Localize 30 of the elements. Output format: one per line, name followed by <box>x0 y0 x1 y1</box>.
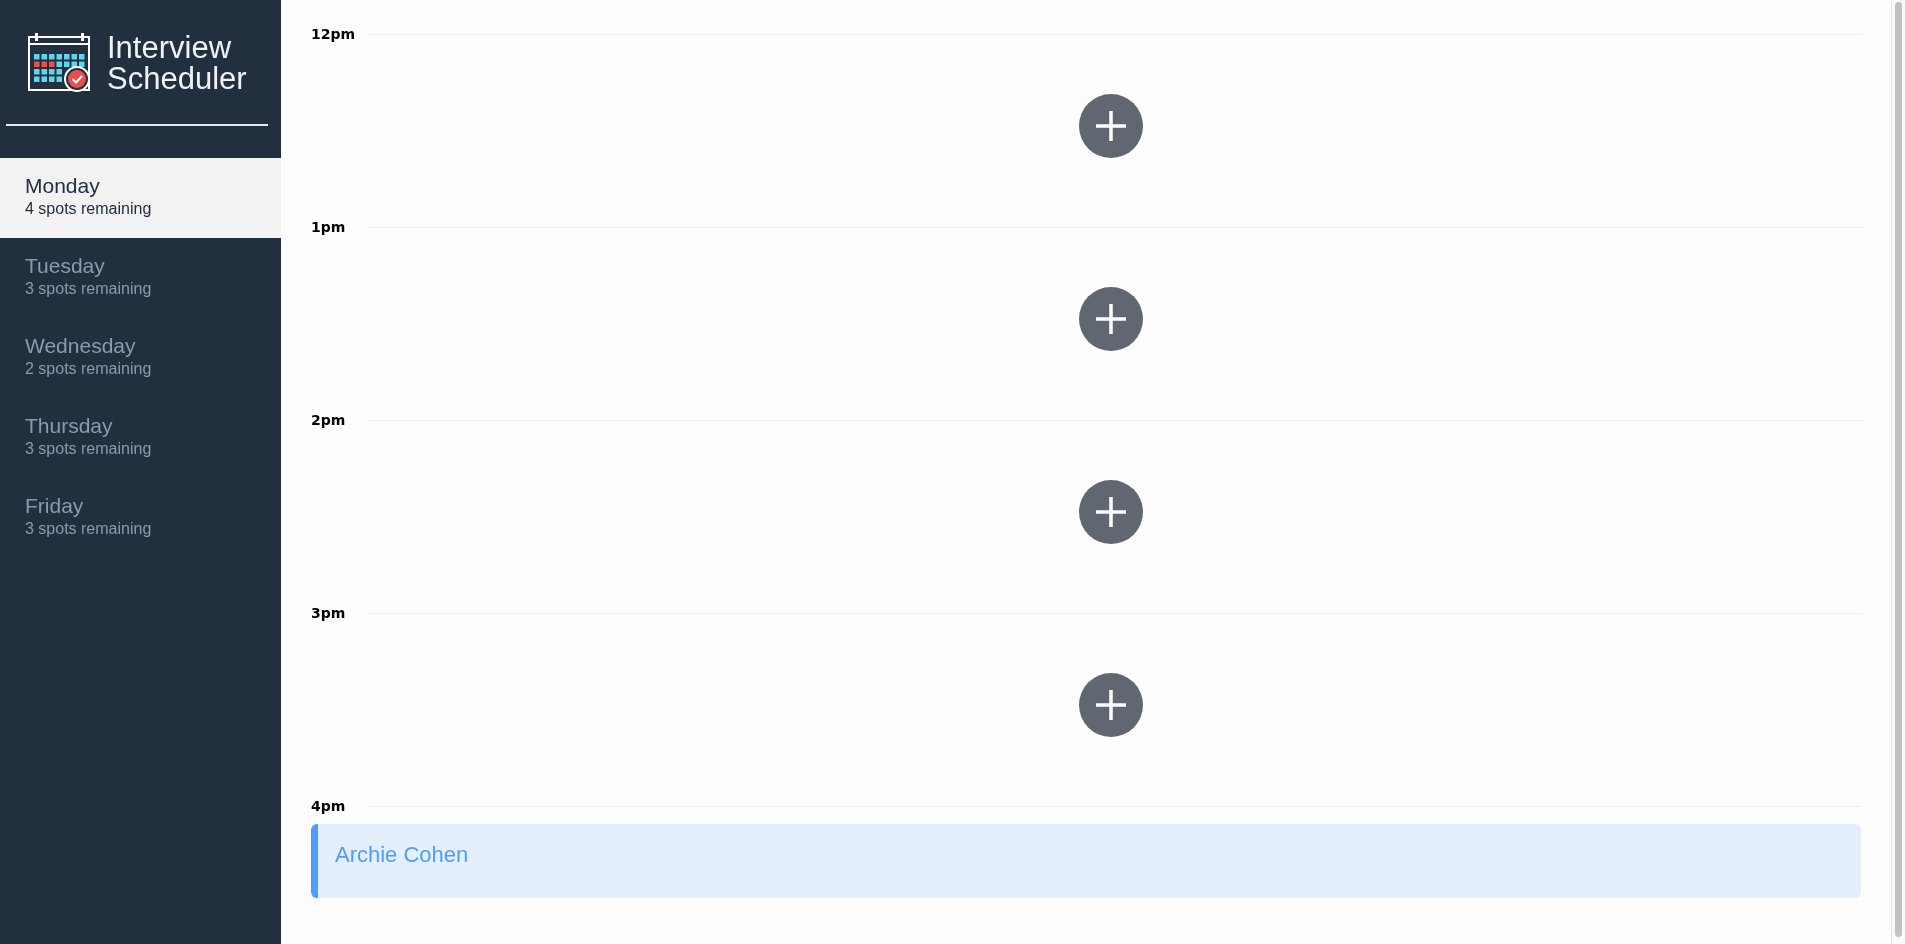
day-name: Tuesday <box>25 253 105 279</box>
day-name: Thursday <box>25 413 113 439</box>
spots-remaining: 3 spots remaining <box>25 279 152 299</box>
plus-icon <box>1093 687 1128 722</box>
spots-remaining: 2 spots remaining <box>25 359 152 379</box>
plus-icon <box>1093 301 1128 336</box>
day-name: Wednesday <box>25 333 136 359</box>
slot-time: 1pm <box>311 219 347 235</box>
day-item[interactable]: Thursday 3 spots remaining <box>0 398 281 478</box>
day-name: Friday <box>25 493 84 519</box>
scrollbar-thumb[interactable] <box>1895 2 1902 937</box>
spots-remaining: 3 spots remaining <box>25 439 152 459</box>
day-name: Monday <box>25 173 100 199</box>
slot-time: 4pm <box>311 798 347 814</box>
day-item[interactable]: Monday 4 spots remaining <box>0 158 281 238</box>
slot-time: 12pm <box>311 26 357 42</box>
spots-remaining: 3 spots remaining <box>25 519 152 539</box>
slot-time: 3pm <box>311 605 347 621</box>
appointment-card[interactable]: Archie Cohen <box>311 824 1861 898</box>
slot-time: 2pm <box>311 412 347 428</box>
day-item[interactable]: Friday 3 spots remaining <box>0 478 281 558</box>
day-item[interactable]: Wednesday 2 spots remaining <box>0 318 281 398</box>
student-name: Archie Cohen <box>335 842 469 868</box>
spots-remaining: 4 spots remaining <box>25 199 152 219</box>
plus-icon <box>1093 494 1128 529</box>
day-item[interactable]: Tuesday 3 spots remaining <box>0 238 281 318</box>
scrollbar-track[interactable] <box>1891 0 1905 944</box>
app-title: Interview Scheduler <box>107 32 248 94</box>
plus-icon <box>1093 108 1128 143</box>
calendar-logo-icon <box>27 32 93 94</box>
